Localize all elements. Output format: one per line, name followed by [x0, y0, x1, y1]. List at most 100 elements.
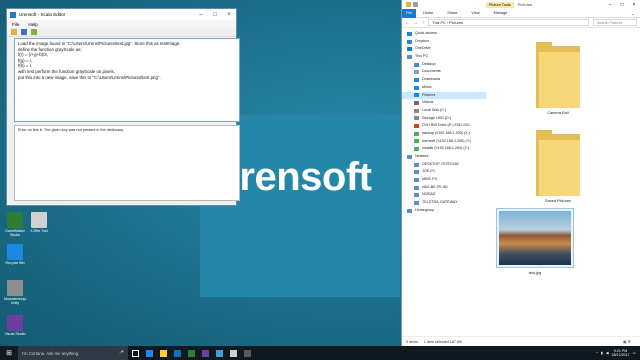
ribbon-tabs: File Home Share View Manage ⌄ [402, 8, 640, 18]
minimize-button[interactable]: – [194, 12, 208, 18]
forward-arrow-icon[interactable]: → [414, 20, 419, 25]
close-button[interactable]: × [628, 2, 640, 8]
sidebar-item-label: This PC [415, 54, 429, 59]
sidebar-item[interactable]: MIKE-PC [402, 176, 486, 184]
sidebar-item[interactable]: backup (\\192.168.1.200) (X:) [402, 130, 486, 138]
clock[interactable]: 9:21 PM 28/12/2017 [612, 349, 630, 357]
tab-home[interactable]: Home [416, 11, 440, 15]
editor-titlebar[interactable]: Urensoft - Xcala Editor – □ × [7, 9, 236, 20]
volume-icon[interactable]: ◀ [606, 351, 609, 355]
tab-view[interactable]: View [464, 11, 486, 15]
sidebar-item-label: Music [422, 84, 432, 89]
sidebar-item-label: Quick access [415, 31, 437, 35]
taskbar-app-icon[interactable] [170, 346, 184, 360]
sidebar-item[interactable]: Quick access [402, 30, 486, 38]
sidebar-item[interactable]: Documents [402, 68, 486, 76]
sidebar-item[interactable]: Homegroup [402, 207, 486, 215]
properties-icon[interactable] [413, 2, 418, 7]
sidebar-item[interactable]: JOE-PC [402, 168, 486, 176]
nav-item-icon [414, 124, 419, 129]
code-editor[interactable]: Load the image found in "C:\Users\Urens\… [14, 38, 240, 122]
tab-file[interactable]: File [402, 8, 417, 18]
taskbar-app-icon[interactable] [142, 346, 156, 360]
sidebar-item[interactable]: Pictures [402, 91, 486, 100]
visual-studio-icon [7, 315, 23, 331]
toolbar [7, 28, 236, 37]
sidebar-item[interactable]: Downloads [402, 76, 486, 84]
desktop-icon[interactable]: Recycle Bin [4, 244, 26, 265]
list-item[interactable]: Camera Roll [523, 42, 593, 115]
sidebar-item[interactable]: Local Disk (C:) [402, 107, 486, 115]
sidebar-item[interactable]: OneDrive [402, 45, 486, 53]
cortana-search[interactable]: I'm Cortana. Ask me anything. 🎤 [18, 346, 128, 360]
taskbar-app-icon[interactable] [226, 346, 240, 360]
sidebar-item[interactable]: Storage HDD (D:) [402, 115, 486, 123]
list-item[interactable]: Saved Pictures [523, 130, 593, 203]
open-icon[interactable] [11, 29, 17, 35]
desktop-icon[interactable]: GameMaker Studio [4, 212, 26, 237]
view-toggle-icon[interactable]: ▦ ☰ [623, 340, 635, 344]
network-icon[interactable]: ▮ [601, 351, 603, 355]
tab-manage[interactable]: Manage [487, 11, 515, 15]
taskbar-app-icon[interactable] [198, 346, 212, 360]
taskbar-app-icon[interactable] [156, 346, 170, 360]
sidebar-item[interactable]: Desktop [402, 61, 486, 69]
nav-item-icon [414, 170, 419, 175]
taskbar: ⊞ I'm Cortana. Ask me anything. 🎤 ^ ▮ ◀ … [0, 346, 640, 360]
back-arrow-icon[interactable]: ← [405, 20, 410, 25]
maximize-button[interactable]: □ [616, 2, 628, 8]
file-view: Camera Roll Saved Pictures test.jpg [488, 30, 638, 330]
nav-item-icon [414, 116, 419, 121]
sidebar-item[interactable]: Videos [402, 99, 486, 107]
sidebar-item-label: MIKE-PC [422, 177, 438, 182]
sidebar-item-label: Desktop [422, 61, 436, 66]
sidebar-item[interactable]: Music [402, 84, 486, 92]
search-input[interactable]: Search Pictures [593, 19, 637, 26]
task-view-icon[interactable] [128, 346, 142, 360]
notification-icon[interactable]: ▭ [633, 351, 636, 355]
taskbar-app-icon[interactable] [240, 346, 254, 360]
error-message: Error on line 6: The given key was not p… [18, 128, 124, 132]
nav-item-icon [414, 193, 419, 198]
minimize-button[interactable]: – [604, 2, 616, 8]
close-button[interactable]: × [222, 12, 236, 18]
taskbar-app-icon[interactable] [184, 346, 198, 360]
output-panel[interactable]: Error on line 6: The given key was not p… [14, 125, 240, 201]
explorer-titlebar[interactable]: Picture Tools Pictures – □ × [402, 0, 640, 9]
nav-item-icon [414, 62, 419, 67]
sidebar-item-label: Documents [422, 69, 441, 74]
desktop-icon[interactable]: Visual Studio [4, 315, 26, 336]
taskbar-app-icon[interactable] [212, 346, 226, 360]
item-label: Saved Pictures [544, 198, 572, 203]
nav-item-icon [407, 54, 412, 59]
microphone-icon[interactable]: 🎤 [119, 350, 124, 356]
tab-share[interactable]: Share [440, 11, 464, 15]
sidebar-item[interactable]: urensoft (\\192.168.1.200) (Y:) [402, 138, 486, 146]
up-arrow-icon[interactable]: ↑ [422, 20, 424, 25]
sidebar-item[interactable]: NAS-BE-FE-9D [402, 184, 486, 192]
sidebar-item[interactable]: DVD RW Drive (E:) ESD-ISO [402, 122, 486, 130]
sidebar-item[interactable]: NORAD [402, 191, 486, 199]
sidebar-item[interactable]: installs (\\192.168.1.200) (Z:) [402, 145, 486, 153]
sidebar-item[interactable]: TELSTRA-GATEWAY [402, 199, 486, 207]
sidebar-item[interactable]: This PC [402, 53, 486, 61]
windows-start-icon[interactable]: ⊞ [0, 346, 18, 360]
list-item[interactable]: test.jpg [494, 208, 576, 275]
desktop-icon[interactable]: Monodevelop-Unity [4, 280, 27, 305]
path-input[interactable]: This PC › Pictures [428, 19, 589, 26]
maximize-button[interactable]: □ [208, 12, 222, 18]
nav-item-icon [414, 77, 419, 82]
sidebar-item[interactable]: DESKTOP-7KTEGUM [402, 161, 486, 169]
chevron-down-icon[interactable]: ⌄ [624, 11, 640, 16]
desktop-icon[interactable]: X-Rite Tool [28, 212, 50, 233]
menu-help[interactable]: Help [28, 22, 37, 27]
sidebar-item-label: installs (\\192.168.1.200) (Z:) [422, 146, 470, 151]
sidebar-item[interactable]: Dropbox [402, 38, 486, 46]
chevron-up-icon[interactable]: ^ [596, 351, 598, 355]
context-tab[interactable]: Picture Tools [486, 1, 514, 8]
menu-file[interactable]: File [12, 22, 19, 27]
item-label: Camera Roll [547, 110, 569, 115]
run-icon[interactable] [31, 29, 37, 35]
sidebar-item[interactable]: Network [402, 153, 486, 161]
save-icon[interactable] [21, 29, 27, 35]
